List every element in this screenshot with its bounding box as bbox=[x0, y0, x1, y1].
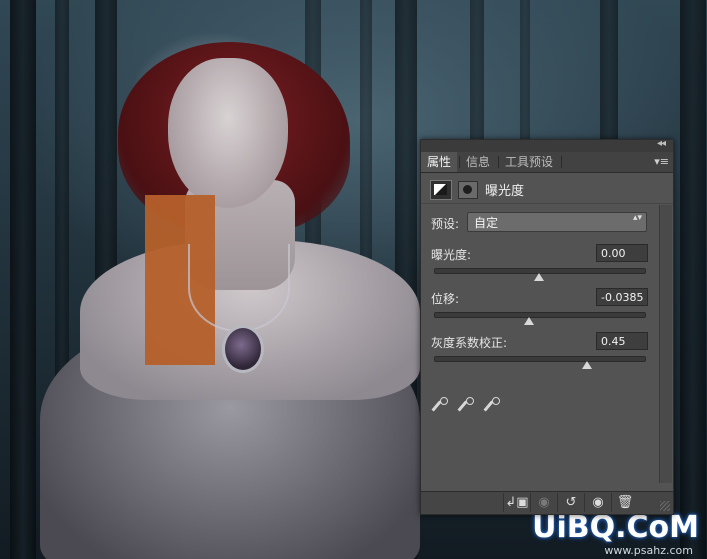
watermark-brand: UiBQ.CoM bbox=[532, 510, 699, 545]
panel-footer: ↲▣ ◉ ↺ ◉ 🗑 bbox=[421, 491, 673, 514]
preset-row: 预设: 自定 ▴▾ bbox=[421, 204, 673, 238]
dropper-bulb bbox=[466, 397, 474, 405]
offset-slider-track[interactable] bbox=[434, 312, 646, 318]
collapse-panel-icon[interactable]: ◂◂ bbox=[657, 138, 666, 149]
dropper-tip bbox=[431, 400, 442, 412]
necklace-chain bbox=[188, 244, 290, 332]
properties-panel: ◂◂ 属性 信息 工具预设 ▾≡ 曝光度 预设: 自定 ▴▾ 曝光度: 0.00… bbox=[420, 138, 674, 515]
tab-separator bbox=[561, 156, 562, 168]
white-point-eyedropper-icon[interactable] bbox=[483, 397, 501, 415]
gamma-slider-track[interactable] bbox=[434, 356, 646, 362]
preset-label: 预设: bbox=[431, 217, 460, 231]
exposure-adjustment-icon[interactable] bbox=[430, 180, 452, 200]
exposure-slider-thumb[interactable] bbox=[534, 273, 544, 281]
dropper-bulb bbox=[440, 397, 448, 405]
offset-input[interactable]: -0.0385 bbox=[596, 288, 648, 306]
watermark-url: www.psahz.com bbox=[604, 544, 693, 557]
black-point-eyedropper-icon[interactable] bbox=[431, 397, 449, 415]
dropper-tip bbox=[483, 400, 494, 412]
pendant bbox=[222, 325, 264, 373]
trash-icon[interactable]: 🗑 bbox=[611, 493, 638, 512]
tree-trunk bbox=[10, 0, 36, 559]
eyedropper-group bbox=[431, 397, 533, 419]
gamma-input[interactable]: 0.45 bbox=[596, 332, 648, 350]
gamma-label: 灰度系数校正: bbox=[431, 336, 508, 350]
resize-grip-icon[interactable] bbox=[660, 501, 670, 511]
exposure-label: 曝光度: bbox=[431, 248, 472, 262]
tree-trunk bbox=[600, 0, 618, 140]
gray-point-eyedropper-icon[interactable] bbox=[457, 397, 475, 415]
param-offset: 位移: -0.0385 bbox=[421, 282, 673, 326]
panel-title-strip: ◂◂ bbox=[421, 138, 673, 152]
adjustment-header: 曝光度 bbox=[421, 173, 673, 204]
panel-tab-bar: 属性 信息 工具预设 ▾≡ bbox=[421, 152, 673, 173]
tree-trunk bbox=[680, 0, 706, 559]
mask-dot-icon bbox=[463, 185, 472, 194]
tab-properties[interactable]: 属性 bbox=[421, 152, 458, 172]
tree-trunk bbox=[470, 0, 484, 140]
tree-trunk bbox=[520, 0, 530, 140]
dropper-bulb bbox=[492, 397, 500, 405]
dropper-tip bbox=[457, 400, 468, 412]
panel-scrollbar[interactable] bbox=[659, 205, 672, 483]
adjustment-title: 曝光度 bbox=[485, 184, 525, 199]
panel-menu-icon[interactable]: ▾≡ bbox=[654, 155, 669, 168]
face bbox=[168, 58, 288, 208]
preset-select[interactable]: 自定 ▴▾ bbox=[467, 212, 647, 232]
param-exposure: 曝光度: 0.00 bbox=[421, 238, 673, 282]
offset-label: 位移: bbox=[431, 292, 460, 306]
layer-mask-icon[interactable] bbox=[458, 181, 478, 199]
reset-icon[interactable]: ↺ bbox=[557, 493, 584, 512]
offset-slider-thumb[interactable] bbox=[523, 317, 534, 325]
preset-value: 自定 bbox=[474, 216, 499, 230]
param-gamma: 灰度系数校正: 0.45 bbox=[421, 326, 673, 370]
visibility-eye-icon[interactable]: ◉ bbox=[584, 493, 611, 512]
exposure-glyph-icon bbox=[434, 184, 447, 195]
tab-info[interactable]: 信息 bbox=[460, 152, 496, 172]
gamma-slider-thumb[interactable] bbox=[582, 361, 593, 369]
exposure-input[interactable]: 0.00 bbox=[596, 244, 648, 262]
clip-to-layer-icon[interactable]: ↲▣ bbox=[503, 493, 530, 512]
view-previous-state-icon[interactable]: ◉ bbox=[530, 493, 557, 512]
select-arrows-icon: ▴▾ bbox=[632, 213, 642, 223]
photoshop-canvas: UiBQ.CoM www.psahz.com ◂◂ 属性 信息 工具预设 ▾≡ … bbox=[0, 0, 707, 559]
tab-tool-presets[interactable]: 工具预设 bbox=[499, 152, 559, 172]
